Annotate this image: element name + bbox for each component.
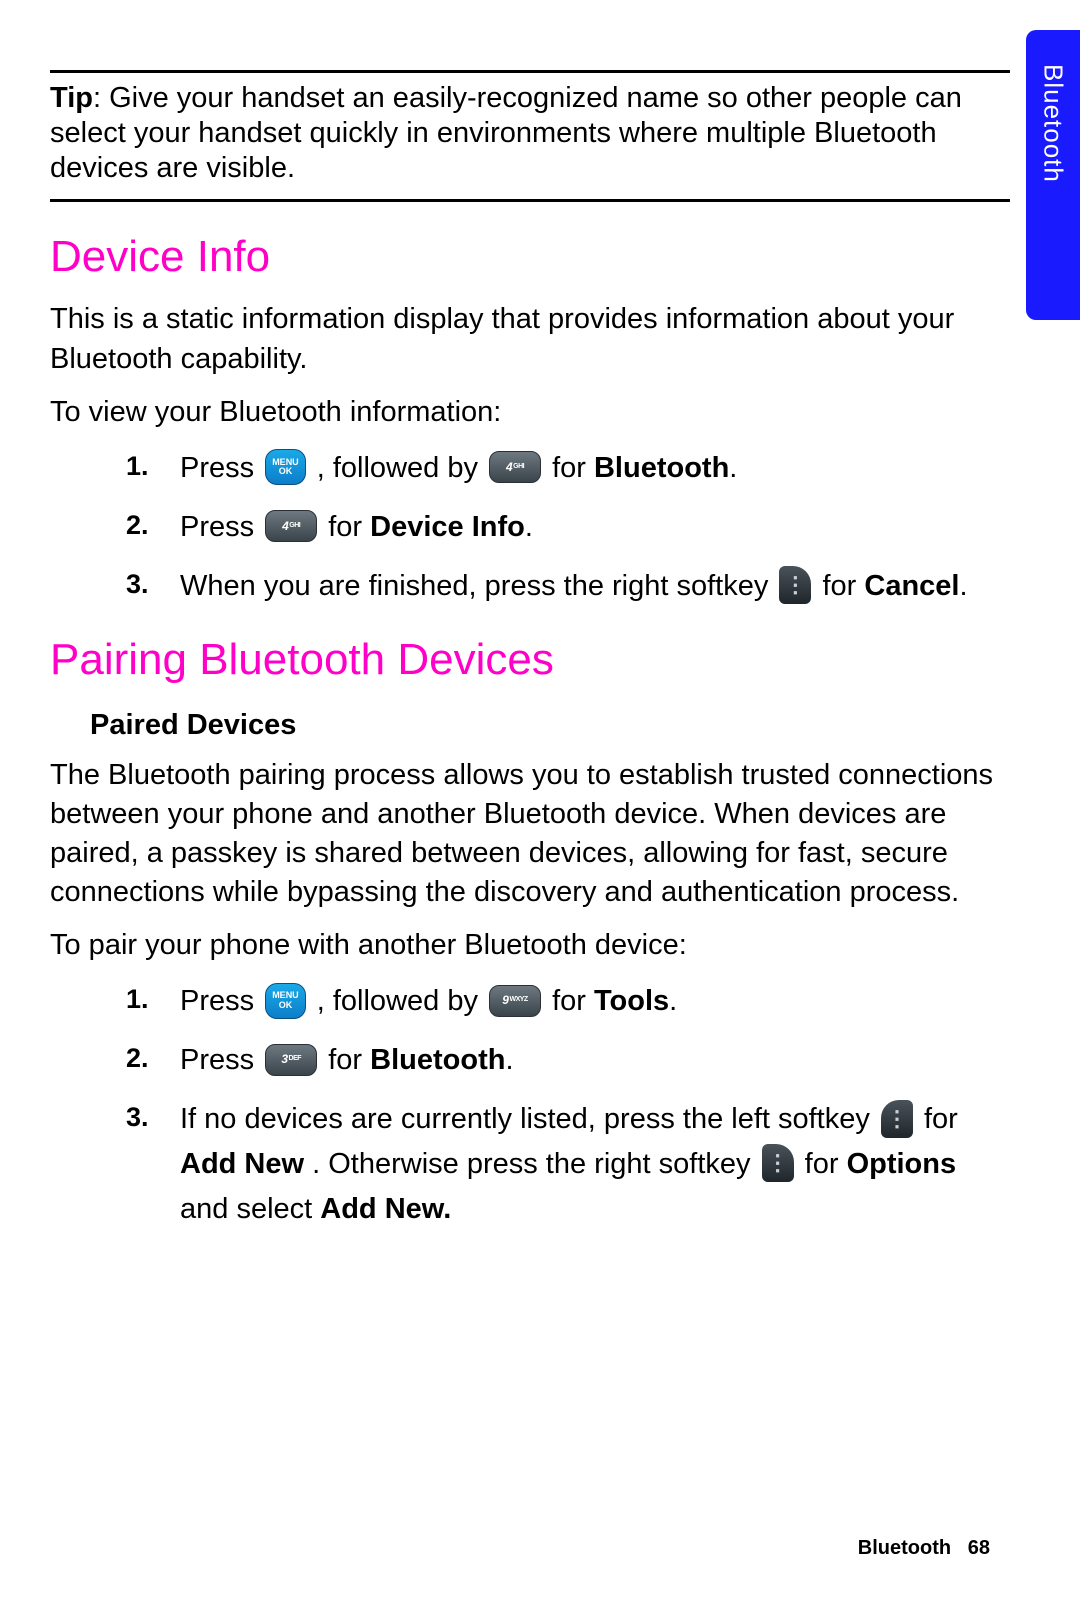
menu-ok-key-icon: MENUOK — [265, 983, 306, 1019]
text: for — [924, 1103, 958, 1135]
step-item: 2. Press 3DEF for Bluetooth. — [180, 1038, 1010, 1083]
text: for — [328, 1044, 370, 1076]
step-item: 1. Press MENUOK , followed by 4GHI for B… — [180, 446, 1010, 491]
text: for — [805, 1148, 847, 1180]
text: Press — [180, 452, 262, 484]
text: . — [669, 985, 677, 1017]
paragraph: The Bluetooth pairing process allows you… — [50, 756, 1010, 913]
text: for — [328, 511, 370, 543]
text: for — [552, 985, 594, 1017]
menu-ok-key-icon: MENUOK — [265, 449, 306, 485]
step-item: 1. Press MENUOK , followed by 9WXYZ for … — [180, 979, 1010, 1024]
text: When you are finished, press the right s… — [180, 570, 776, 602]
bold-text: Bluetooth — [370, 1044, 505, 1076]
paragraph: This is a static information display tha… — [50, 300, 1010, 378]
text: Press — [180, 511, 262, 543]
footer-page: 68 — [968, 1537, 990, 1559]
tip-text: : Give your handset an easily-recognized… — [50, 82, 962, 184]
left-softkey-icon — [881, 1100, 913, 1138]
section-tab: Bluetooth — [1026, 30, 1080, 320]
section-tab-label: Bluetooth — [1038, 30, 1069, 183]
step-number: 1. — [126, 979, 149, 1021]
paragraph: To pair your phone with another Bluetoot… — [50, 926, 1010, 965]
key-3-def-icon: 3DEF — [265, 1044, 317, 1076]
text: . Otherwise press the right softkey — [312, 1148, 758, 1180]
bold-text: Bluetooth — [594, 452, 729, 484]
step-item: 3. If no devices are currently listed, p… — [180, 1097, 1010, 1232]
text: , followed by — [317, 985, 486, 1017]
step-number: 3. — [126, 564, 149, 606]
heading-pairing: Pairing Bluetooth Devices — [50, 635, 1030, 685]
page-footer: Bluetooth 68 — [858, 1537, 990, 1560]
steps-list: 1. Press MENUOK , followed by 9WXYZ for … — [50, 979, 1010, 1232]
bold-text: Cancel — [864, 570, 959, 602]
steps-list: 1. Press MENUOK , followed by 4GHI for B… — [50, 446, 1010, 609]
text: Press — [180, 1044, 262, 1076]
text: . — [525, 511, 533, 543]
text: Press — [180, 985, 262, 1017]
text: . — [505, 1044, 513, 1076]
bold-text: Device Info — [370, 511, 525, 543]
text: . — [729, 452, 737, 484]
right-softkey-icon — [762, 1144, 794, 1182]
key-4-ghi-icon: 4GHI — [265, 510, 317, 542]
footer-section: Bluetooth — [858, 1537, 951, 1559]
bold-text: Add New — [180, 1148, 304, 1180]
bold-text: Add New. — [320, 1193, 451, 1225]
tip-label: Tip — [50, 82, 93, 114]
step-number: 2. — [126, 505, 149, 547]
step-number: 1. — [126, 446, 149, 488]
step-number: 2. — [126, 1038, 149, 1080]
heading-device-info: Device Info — [50, 232, 1030, 282]
step-number: 3. — [126, 1097, 149, 1139]
bold-text: Options — [847, 1148, 957, 1180]
text: for — [552, 452, 594, 484]
text: and select — [180, 1193, 320, 1225]
step-item: 3. When you are finished, press the righ… — [180, 564, 1010, 609]
right-softkey-icon — [779, 566, 811, 604]
paragraph: To view your Bluetooth information: — [50, 393, 1010, 432]
text: for — [822, 570, 864, 602]
step-item: 2. Press 4GHI for Device Info. — [180, 505, 1010, 550]
text: If no devices are currently listed, pres… — [180, 1103, 878, 1135]
subheading-paired-devices: Paired Devices — [90, 709, 1030, 742]
bold-text: Tools — [594, 985, 669, 1017]
key-4-ghi-icon: 4GHI — [489, 451, 541, 483]
text: , followed by — [317, 452, 486, 484]
text: . — [960, 570, 968, 602]
key-9-wxyz-icon: 9WXYZ — [489, 985, 541, 1017]
tip-box: Tip: Give your handset an easily-recogni… — [50, 70, 1010, 202]
